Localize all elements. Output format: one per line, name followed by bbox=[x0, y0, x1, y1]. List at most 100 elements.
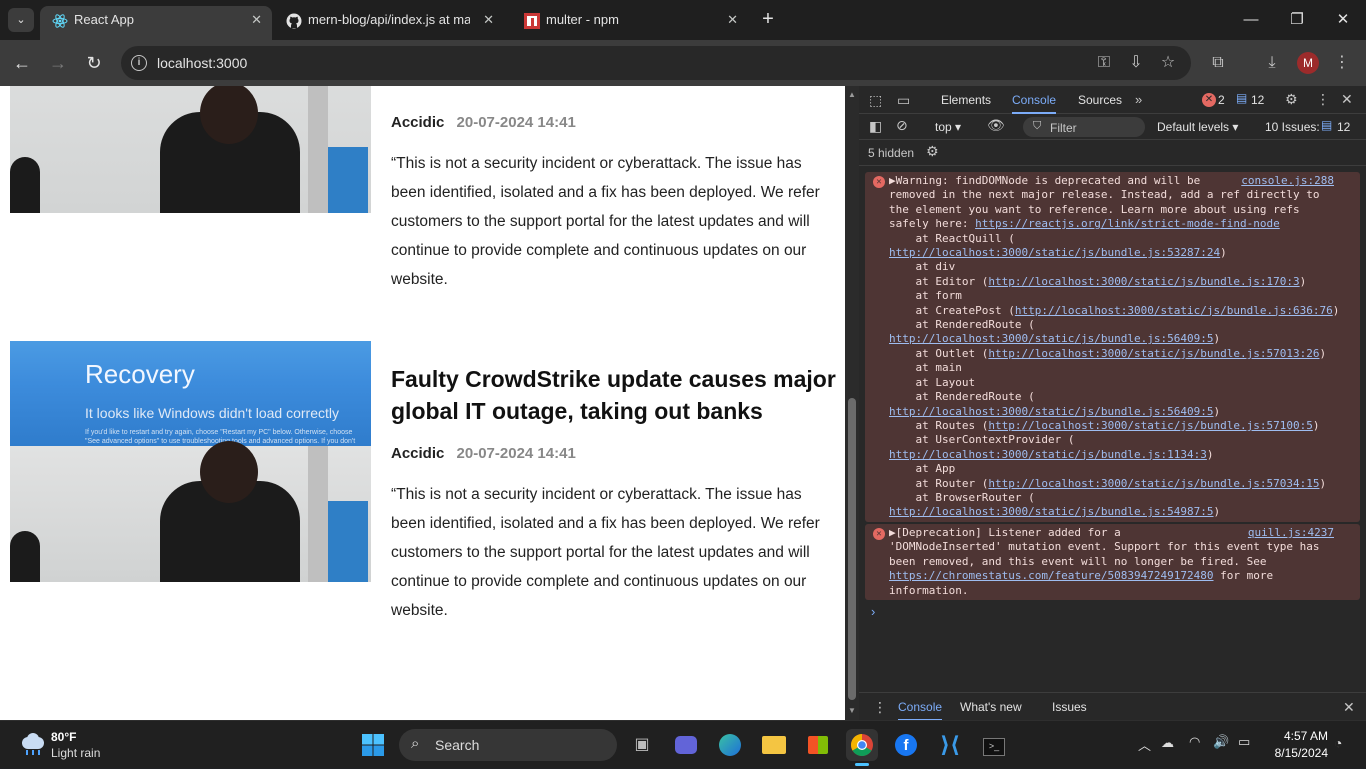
forward-button[interactable]: → bbox=[47, 52, 69, 74]
filter-input[interactable]: ⛉ Filter bbox=[1023, 117, 1145, 137]
console-settings-icon[interactable]: ⚙ bbox=[926, 143, 939, 160]
battery-icon[interactable]: ▭ bbox=[1238, 734, 1250, 750]
page-scrollbar[interactable]: ▲ ▼ bbox=[845, 86, 859, 720]
tab-search-button[interactable]: ⌄ bbox=[8, 8, 34, 32]
message-source-link[interactable]: console.js:288 bbox=[1241, 174, 1334, 188]
new-tab-button[interactable]: + bbox=[758, 8, 778, 32]
inspect-element-icon[interactable]: ⬚ bbox=[869, 92, 882, 109]
post-title[interactable]: Faulty CrowdStrike update causes major g… bbox=[391, 363, 836, 427]
close-window-button[interactable]: ✕ bbox=[1328, 8, 1358, 32]
weather-cloud-rain-icon[interactable] bbox=[18, 733, 46, 755]
clock-date[interactable]: 8/15/2024 bbox=[1262, 746, 1328, 760]
post-card[interactable]: Recovery It looks like Windows didn't lo… bbox=[10, 341, 840, 681]
weather-temp[interactable]: 80°F bbox=[51, 730, 76, 744]
notification-bell-icon[interactable]: ◔ bbox=[1334, 735, 1342, 751]
stack-trace-link[interactable]: http://localhost:3000/static/js/bundle.j… bbox=[988, 275, 1299, 288]
taskbar-search[interactable]: ⌕ Search bbox=[399, 729, 617, 761]
close-drawer-icon[interactable]: ✕ bbox=[1343, 699, 1355, 716]
downloads-icon[interactable]: ⤓ bbox=[1261, 53, 1283, 73]
log-levels-dropdown[interactable]: Default levels ▾ bbox=[1157, 120, 1238, 134]
onedrive-cloud-icon[interactable]: ☁ bbox=[1161, 735, 1174, 751]
message-source-link[interactable]: quill.js:4237 bbox=[1248, 526, 1334, 540]
devtools-menu-icon[interactable]: ⋮ bbox=[1316, 91, 1330, 108]
sidebar-toggle-icon[interactable]: ◧ bbox=[869, 118, 882, 135]
password-key-icon[interactable]: ⚿ bbox=[1093, 53, 1115, 73]
menu-kebab-icon[interactable]: ⋮ bbox=[1331, 53, 1353, 73]
scroll-up-arrow-icon[interactable]: ▲ bbox=[848, 90, 856, 99]
stack-trace-link[interactable]: http://localhost:3000/static/js/bundle.j… bbox=[988, 419, 1313, 432]
close-tab-icon[interactable]: ✕ bbox=[727, 6, 738, 34]
stack-trace-link[interactable]: http://localhost:3000/static/js/bundle.j… bbox=[988, 347, 1319, 360]
device-toolbar-icon[interactable]: ▭ bbox=[897, 92, 910, 109]
clear-console-icon[interactable]: ⊘ bbox=[896, 117, 908, 134]
bookmark-star-icon[interactable]: ☆ bbox=[1157, 53, 1179, 73]
extensions-icon[interactable]: ⧉ bbox=[1207, 53, 1229, 73]
post-image[interactable]: Recovery It looks like Windows didn't lo… bbox=[10, 341, 371, 582]
facebook-icon[interactable]: f bbox=[890, 729, 922, 761]
profile-avatar[interactable]: M bbox=[1297, 52, 1319, 74]
close-devtools-icon[interactable]: ✕ bbox=[1341, 91, 1353, 108]
stack-trace-link[interactable]: http://localhost:3000/static/js/bundle.j… bbox=[889, 505, 1214, 518]
weather-condition[interactable]: Light rain bbox=[51, 746, 100, 760]
post-image[interactable] bbox=[10, 86, 371, 213]
console-prompt-icon[interactable]: › bbox=[871, 604, 875, 619]
back-button[interactable]: ← bbox=[11, 52, 33, 74]
stack-trace-link[interactable]: http://localhost:3000/static/js/bundle.j… bbox=[1015, 304, 1333, 317]
scroll-thumb[interactable] bbox=[848, 398, 856, 700]
more-tabs-icon[interactable]: » bbox=[1135, 92, 1142, 107]
microsoft-store-icon[interactable] bbox=[802, 729, 834, 761]
error-count-icon[interactable]: ✕ bbox=[1202, 93, 1216, 107]
drawer-tab-issues[interactable]: Issues bbox=[1052, 693, 1087, 721]
message-icon[interactable]: ▤ bbox=[1236, 91, 1247, 105]
edge-browser-icon[interactable] bbox=[714, 729, 746, 761]
minimize-button[interactable]: — bbox=[1236, 8, 1266, 32]
tab-react-app[interactable]: React App ✕ bbox=[40, 6, 272, 40]
close-tab-icon[interactable]: ✕ bbox=[483, 6, 494, 34]
tab-github[interactable]: mern-blog/api/index.js at mast ✕ bbox=[274, 6, 504, 40]
show-hidden-icons-chevron-icon[interactable]: ︿ bbox=[1138, 735, 1151, 754]
close-tab-icon[interactable]: ✕ bbox=[251, 6, 262, 34]
live-expression-eye-icon[interactable]: 👁 bbox=[987, 117, 1005, 134]
issues-label[interactable]: 10 Issues: bbox=[1265, 120, 1320, 134]
stack-trace-link[interactable]: https://reactjs.org/link/strict-mode-fin… bbox=[975, 217, 1280, 230]
stack-trace-link[interactable]: http://localhost:3000/static/js/bundle.j… bbox=[889, 332, 1214, 345]
issues-count[interactable]: 12 bbox=[1337, 120, 1350, 134]
context-selector[interactable]: top ▾ bbox=[935, 120, 961, 134]
stack-trace-link[interactable]: https://chromestatus.com/feature/5083947… bbox=[889, 569, 1214, 582]
wifi-icon[interactable]: ◠ bbox=[1189, 734, 1200, 750]
restore-button[interactable]: ❐ bbox=[1282, 8, 1312, 32]
tab-console[interactable]: Console bbox=[1012, 86, 1057, 114]
issues-icon[interactable]: ▤ bbox=[1321, 118, 1332, 132]
file-explorer-icon[interactable] bbox=[758, 729, 790, 761]
settings-gear-icon[interactable]: ⚙ bbox=[1285, 91, 1298, 108]
vscode-icon[interactable]: ⟩⟨ bbox=[934, 729, 966, 761]
url-text[interactable]: localhost:3000 bbox=[157, 46, 247, 80]
meet-video-icon[interactable] bbox=[670, 729, 702, 761]
scroll-down-arrow-icon[interactable]: ▼ bbox=[848, 706, 856, 715]
tab-npm[interactable]: multer - npm ✕ bbox=[512, 6, 748, 40]
drawer-tab-console[interactable]: Console bbox=[898, 693, 943, 721]
install-app-icon[interactable]: ⇩ bbox=[1125, 53, 1147, 73]
terminal-icon[interactable]: >_ bbox=[978, 729, 1010, 761]
drawer-menu-icon[interactable]: ⋮ bbox=[873, 699, 887, 716]
stack-trace-link[interactable]: http://localhost:3000/static/js/bundle.j… bbox=[889, 246, 1220, 259]
volume-icon[interactable]: 🔊 bbox=[1213, 734, 1229, 750]
stack-trace-link[interactable]: http://localhost:3000/static/js/bundle.j… bbox=[889, 448, 1207, 461]
console-error-message[interactable]: ✕ quill.js:4237 ▶[Deprecation] Listener ad… bbox=[865, 524, 1360, 601]
drawer-tab-whats-new[interactable]: What's new bbox=[960, 693, 1022, 721]
tab-sources[interactable]: Sources bbox=[1078, 86, 1122, 114]
site-info-icon[interactable]: i bbox=[131, 55, 147, 71]
message-count[interactable]: 12 bbox=[1251, 93, 1264, 107]
console-error-message[interactable]: ✕ console.js:288 ▶Warning: findDOMNode is … bbox=[865, 172, 1360, 522]
clock-time[interactable]: 4:57 AM bbox=[1268, 729, 1328, 743]
error-count[interactable]: 2 bbox=[1218, 93, 1225, 107]
task-view-icon[interactable]: ▣ bbox=[626, 729, 658, 761]
stack-trace-link[interactable]: http://localhost:3000/static/js/bundle.j… bbox=[988, 477, 1319, 490]
chrome-icon[interactable] bbox=[846, 729, 878, 766]
tab-elements[interactable]: Elements bbox=[941, 86, 991, 114]
reload-button[interactable]: ↻ bbox=[83, 52, 105, 74]
address-bar[interactable]: i localhost:3000 bbox=[121, 46, 1191, 80]
stack-trace-link[interactable]: http://localhost:3000/static/js/bundle.j… bbox=[889, 405, 1214, 418]
post-card[interactable]: Accidic 20-07-2024 14:41 “This is not a … bbox=[10, 86, 840, 326]
start-windows-icon[interactable] bbox=[357, 729, 389, 761]
